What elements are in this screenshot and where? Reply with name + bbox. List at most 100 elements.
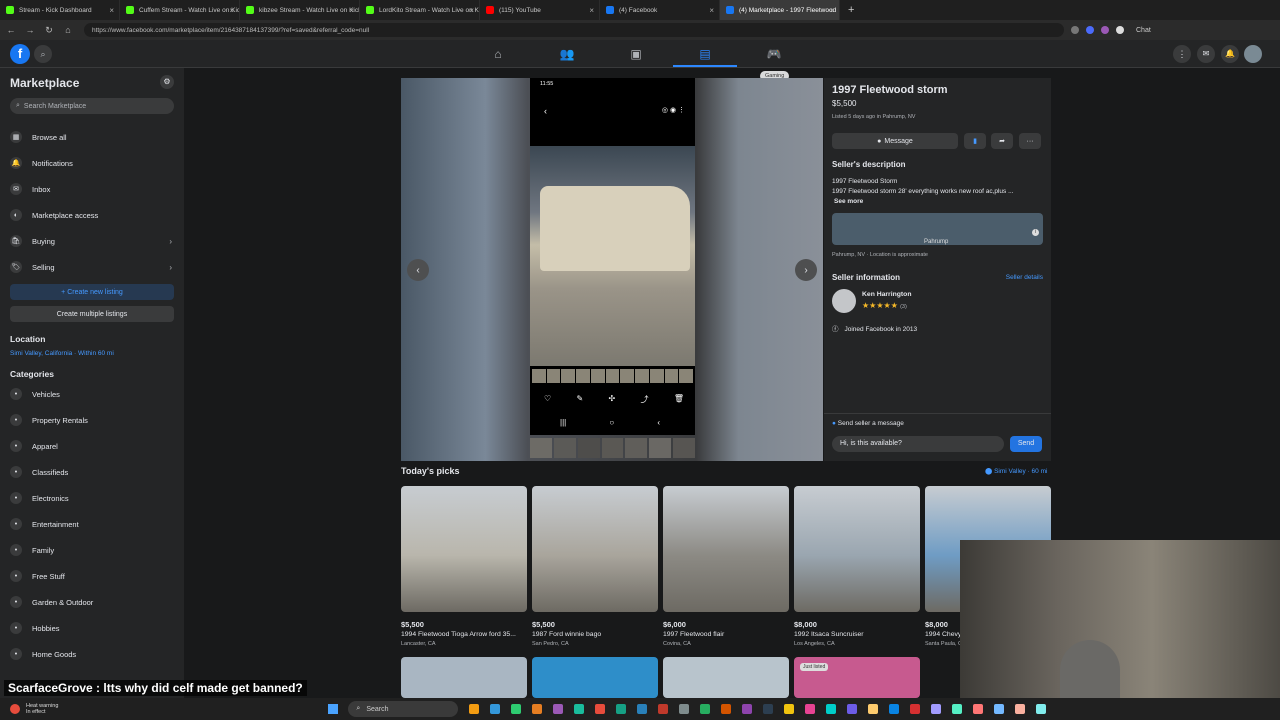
taskbar-app-icon[interactable] [1015,704,1026,714]
category-electronics[interactable]: • Electronics [10,485,174,511]
location-map[interactable]: Pahrump i [832,213,1043,245]
taskbar-app-icon[interactable] [994,704,1005,714]
taskbar-app-icon[interactable] [511,704,522,714]
notifications-icon[interactable]: 🔔 [1221,45,1239,63]
browser-tab[interactable]: LordKito Stream - Watch Live on Kick × [360,0,480,20]
save-icon[interactable]: ▮ [964,133,986,149]
create-multiple-listings-button[interactable]: Create multiple listings [10,306,174,322]
seller-details-link[interactable]: Seller details [1006,274,1043,281]
sidebar-item-notifications[interactable]: 🔔 Notifications [10,150,174,176]
sidebar-item-buying[interactable]: 🛍 Buying › [10,228,174,254]
previous-photo-button[interactable]: ‹ [407,259,429,281]
taskbar-app-icon[interactable] [616,704,627,714]
taskbar-app-icon[interactable] [889,704,900,714]
taskbar-app-icon[interactable] [637,704,648,714]
taskbar-app-icon[interactable] [1036,704,1047,714]
close-tab-icon[interactable]: × [109,6,114,15]
category-property-rentals[interactable]: • Property Rentals [10,407,174,433]
close-tab-icon[interactable]: × [469,6,474,15]
browser-tab[interactable]: (4) Marketplace - 1997 Fleetwood × [720,0,840,20]
close-tab-icon[interactable]: × [829,6,834,15]
listing-thumbnail[interactable] [532,657,658,698]
taskbar-app-icon[interactable] [826,704,837,714]
info-icon[interactable]: i [1032,229,1039,236]
messenger-icon[interactable]: ✉ [1197,45,1215,63]
close-tab-icon[interactable]: × [709,6,714,15]
category-apparel[interactable]: • Apparel [10,433,174,459]
taskbar-app-icon[interactable] [952,704,963,714]
forward-icon[interactable]: → [22,22,38,38]
taskbar-app-icon[interactable] [847,704,858,714]
send-button[interactable]: Send [1010,436,1042,452]
message-input[interactable]: Hi, is this available? [832,436,1004,452]
create-new-listing-button[interactable]: + Create new listing [10,284,174,300]
extension-icon[interactable] [1101,26,1109,34]
pick-card[interactable]: $5,500 1987 Ford winnie bago San Pedro, … [532,486,658,647]
browser-tab[interactable]: Cuffem Stream - Watch Live on Kick × [120,0,240,20]
listing-thumbnail[interactable]: Just listed [794,657,920,698]
watch-nav-icon[interactable]: ▣ [628,46,644,62]
browser-tab[interactable]: kibzee Stream - Watch Live on Kick × [240,0,360,20]
profile-avatar[interactable] [1244,45,1262,63]
taskbar-app-icon[interactable] [721,704,732,714]
taskbar-app-icon[interactable] [574,704,585,714]
home-icon[interactable]: ⌂ [60,22,76,38]
home-nav-icon[interactable]: ⌂ [490,46,506,62]
sidebar-item-selling[interactable]: 🏷 Selling › [10,254,174,280]
taskbar-app-icon[interactable] [595,704,606,714]
taskbar-app-icon[interactable] [532,704,543,714]
weather-widget[interactable]: Heat warning In effect [26,703,58,715]
browser-tab[interactable]: Stream - Kick Dashboard × [0,0,120,20]
taskbar-app-icon[interactable] [742,704,753,714]
taskbar-app-icon[interactable] [490,704,501,714]
back-icon[interactable]: ← [3,22,19,38]
taskbar-app-icon[interactable] [469,704,480,714]
taskbar-app-icon[interactable] [679,704,690,714]
location-link[interactable]: Simi Valley, California · Within 60 mi [10,350,174,357]
category-hobbies[interactable]: • Hobbies [10,615,174,641]
category-entertainment[interactable]: • Entertainment [10,511,174,537]
taskbar-search[interactable]: ⌕ Search [348,701,459,717]
taskbar-app-icon[interactable] [805,704,816,714]
listing-thumbnail[interactable] [663,657,789,698]
search-icon[interactable]: ⌕ [34,45,52,63]
taskbar-app-icon[interactable] [553,704,564,714]
message-button[interactable]: ● Message [832,133,958,149]
facebook-logo-icon[interactable]: f [10,44,30,64]
category-family[interactable]: • Family [10,537,174,563]
menu-grid-icon[interactable]: ⋮ [1173,45,1191,63]
chat-button[interactable]: Chat [1136,27,1151,34]
browser-tab[interactable]: (4) Facebook × [600,0,720,20]
pick-image[interactable] [794,486,920,612]
seller-avatar[interactable] [832,289,856,313]
pick-image[interactable] [401,486,527,612]
category-free-stuff[interactable]: • Free Stuff [10,563,174,589]
url-input[interactable]: https://www.facebook.com/marketplace/ite… [84,23,1064,37]
taskbar-app-icon[interactable] [973,704,984,714]
close-tab-icon[interactable]: × [229,6,234,15]
marketplace-search-input[interactable]: ⌕ Search Marketplace [10,98,174,114]
picks-location-link[interactable]: ⬤ Simi Valley · 60 mi [985,467,1047,475]
reload-icon[interactable]: ↻ [41,22,57,38]
extension-icon[interactable] [1071,26,1079,34]
pick-image[interactable] [532,486,658,612]
see-more-link[interactable]: See more [834,198,863,205]
next-photo-button[interactable]: › [795,259,817,281]
seller-name[interactable]: Ken Harrington [862,291,911,298]
pick-card[interactable]: $8,000 1992 Itsaca Suncruiser Los Angele… [794,486,920,647]
extension-icon[interactable] [1086,26,1094,34]
taskbar-app-icon[interactable] [910,704,921,714]
taskbar-app-icon[interactable] [868,704,879,714]
taskbar-app-icon[interactable] [658,704,669,714]
new-tab-icon[interactable]: + [848,4,854,16]
sidebar-item-browse-all[interactable]: ▦ Browse all [10,124,174,150]
friends-nav-icon[interactable]: 👥 [559,46,575,62]
close-tab-icon[interactable]: × [349,6,354,15]
pick-image[interactable] [663,486,789,612]
share-icon[interactable]: ➦ [991,133,1013,149]
settings-gear-icon[interactable]: ⚙ [160,75,174,89]
marketplace-nav-icon[interactable]: ▤ [697,46,713,62]
category-garden-outdoor[interactable]: • Garden & Outdoor [10,589,174,615]
taskbar-app-icon[interactable] [931,704,942,714]
sidebar-item-inbox[interactable]: ✉ Inbox [10,176,174,202]
